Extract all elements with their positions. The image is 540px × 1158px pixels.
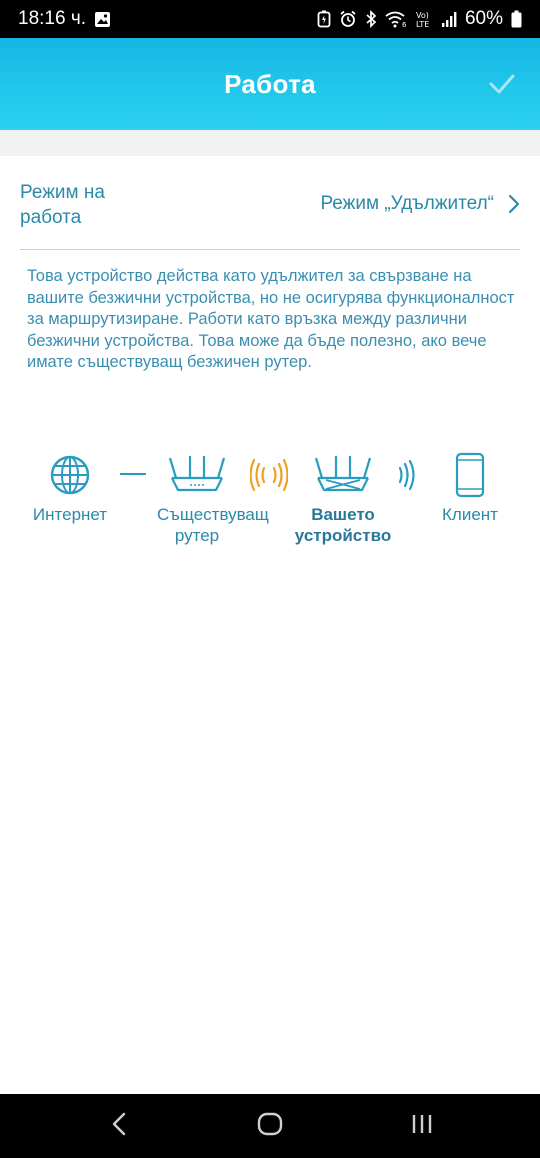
app-header: Работа (0, 38, 540, 130)
wifi-waves-icon (250, 458, 288, 492)
topology-diagram: Интернет Съществуващ рутер Вашето устрой… (0, 440, 540, 590)
volte-icon: Vo) LTE (415, 10, 433, 28)
home-icon[interactable] (257, 1112, 283, 1136)
system-nav-bar (0, 1094, 540, 1158)
existing-router-label: Съществуващ рутер (157, 505, 269, 545)
battery-percent: 60% (464, 8, 503, 29)
internet-label: Интернет (32, 505, 108, 524)
globe-icon (50, 455, 90, 495)
status-bar: 18:16 ч. 6 Vo) LTE 60% (0, 0, 540, 38)
page-title: Работа (224, 68, 316, 99)
operation-mode-row[interactable]: Режим на работа Режим „Удължител“ (20, 156, 520, 250)
wifi-6-icon: 6 (385, 10, 407, 28)
router-icon (168, 456, 226, 492)
existing-router-node: Съществуващ рутер (157, 454, 269, 546)
bluetooth-icon (365, 10, 377, 28)
extender-icon (314, 456, 372, 492)
status-time: 18:16 ч. (18, 8, 87, 29)
wired-link-line (120, 473, 146, 475)
back-icon[interactable] (110, 1112, 128, 1136)
client-node: Клиент (430, 452, 510, 525)
mode-label: Режим на работа (20, 182, 105, 228)
recents-icon[interactable] (410, 1112, 434, 1136)
chevron-right-icon (508, 194, 520, 214)
mode-description: Това устройство действа като удължител з… (27, 267, 515, 371)
mode-value: Режим „Удължител“ (320, 193, 494, 214)
section-divider (0, 130, 540, 156)
image-icon (94, 11, 111, 28)
wifi-waves-icon (398, 460, 415, 490)
internet-node: Интернет (20, 454, 120, 525)
check-icon[interactable] (488, 70, 516, 98)
battery-icon (511, 10, 522, 28)
phone-icon (455, 452, 485, 498)
alarm-icon (339, 10, 357, 28)
svg-text:6: 6 (402, 21, 407, 28)
svg-text:LTE: LTE (416, 20, 429, 28)
your-device-label: Вашето устройство (294, 505, 392, 545)
svg-text:Vo): Vo) (416, 11, 429, 20)
your-device-node: Вашето устройство (288, 454, 398, 546)
battery-saver-icon (317, 10, 331, 28)
client-label: Клиент (442, 505, 498, 524)
signal-icon (441, 11, 457, 28)
